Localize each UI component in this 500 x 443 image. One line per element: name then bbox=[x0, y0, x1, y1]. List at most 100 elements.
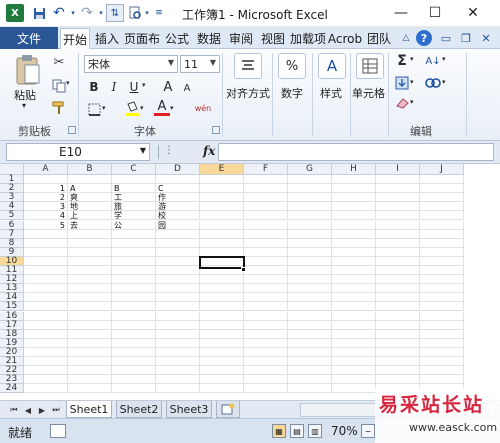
border-dropdown-icon[interactable]: ▾ bbox=[102, 104, 106, 112]
cell-c5[interactable]: 学 bbox=[112, 211, 156, 221]
cell-h22[interactable] bbox=[332, 366, 376, 376]
cell-d5[interactable]: 校 bbox=[156, 211, 200, 221]
normal-view-icon[interactable]: ▦ bbox=[272, 424, 286, 438]
cell-i17[interactable] bbox=[376, 320, 420, 330]
row-header-24[interactable]: 24 bbox=[0, 383, 24, 394]
cell-i23[interactable] bbox=[376, 375, 420, 385]
cell-f6[interactable] bbox=[244, 220, 288, 230]
cell-f7[interactable] bbox=[244, 229, 288, 239]
cell-j10[interactable] bbox=[420, 256, 464, 266]
clipboard-launcher-icon[interactable] bbox=[68, 126, 76, 134]
shrink-font-button[interactable]: A bbox=[180, 80, 194, 96]
cell-c2[interactable]: B bbox=[112, 184, 156, 194]
cell-a10[interactable] bbox=[24, 256, 68, 266]
cell-g24[interactable] bbox=[288, 384, 332, 394]
cell-j21[interactable] bbox=[420, 357, 464, 367]
cell-a17[interactable] bbox=[24, 320, 68, 330]
cell-e6[interactable] bbox=[200, 220, 244, 230]
cell-j4[interactable] bbox=[420, 202, 464, 212]
sheet-tab-2[interactable]: Sheet2 bbox=[116, 401, 162, 418]
cell-i16[interactable] bbox=[376, 311, 420, 321]
cell-c10[interactable] bbox=[112, 256, 156, 266]
cell-b17[interactable] bbox=[68, 320, 112, 330]
customize-icon[interactable]: ≡ bbox=[150, 4, 168, 22]
cell-j6[interactable] bbox=[420, 220, 464, 230]
cell-f22[interactable] bbox=[244, 366, 288, 376]
fill-color-icon[interactable] bbox=[124, 100, 140, 118]
cell-i5[interactable] bbox=[376, 211, 420, 221]
clear-icon[interactable] bbox=[394, 95, 410, 111]
cell-c17[interactable] bbox=[112, 320, 156, 330]
cell-d11[interactable] bbox=[156, 266, 200, 276]
cell-i19[interactable] bbox=[376, 338, 420, 348]
cell-b8[interactable] bbox=[68, 238, 112, 248]
last-sheet-icon[interactable]: ⏭ bbox=[50, 403, 62, 417]
cell-e7[interactable] bbox=[200, 229, 244, 239]
cell-h7[interactable] bbox=[332, 229, 376, 239]
cell-j9[interactable] bbox=[420, 247, 464, 257]
worksheet-grid[interactable]: ABCDEFGHIJ121ABC32爽工作43地旅游54上学校65去公园7891… bbox=[0, 164, 500, 400]
tab-file[interactable]: 文件 bbox=[0, 27, 58, 49]
cell-g8[interactable] bbox=[288, 238, 332, 248]
column-header-e[interactable]: E bbox=[200, 164, 244, 175]
cell-d22[interactable] bbox=[156, 366, 200, 376]
cell-a19[interactable] bbox=[24, 338, 68, 348]
cell-j3[interactable] bbox=[420, 193, 464, 203]
cell-c3[interactable]: 工 bbox=[112, 193, 156, 203]
cell-i12[interactable] bbox=[376, 275, 420, 285]
alignment-group-label[interactable]: 对齐方式 bbox=[226, 85, 270, 101]
cell-i10[interactable] bbox=[376, 256, 420, 266]
cell-e14[interactable] bbox=[200, 293, 244, 303]
cell-h24[interactable] bbox=[332, 384, 376, 394]
cell-i9[interactable] bbox=[376, 247, 420, 257]
cell-h6[interactable] bbox=[332, 220, 376, 230]
cell-e21[interactable] bbox=[200, 357, 244, 367]
cell-c9[interactable] bbox=[112, 247, 156, 257]
cell-h13[interactable] bbox=[332, 284, 376, 294]
cell-j15[interactable] bbox=[420, 302, 464, 312]
cell-e8[interactable] bbox=[200, 238, 244, 248]
cell-b18[interactable] bbox=[68, 329, 112, 339]
cell-d16[interactable] bbox=[156, 311, 200, 321]
paste-dropdown-icon[interactable]: ▾ bbox=[22, 101, 26, 110]
window-close-icon[interactable]: ✕ bbox=[478, 30, 494, 46]
cell-a8[interactable] bbox=[24, 238, 68, 248]
cell-e13[interactable] bbox=[200, 284, 244, 294]
column-header-a[interactable]: A bbox=[24, 164, 68, 175]
column-header-g[interactable]: G bbox=[288, 164, 332, 175]
cell-a9[interactable] bbox=[24, 247, 68, 257]
help-icon[interactable]: ? bbox=[416, 30, 432, 46]
cell-d6[interactable]: 园 bbox=[156, 220, 200, 230]
cell-e24[interactable] bbox=[200, 384, 244, 394]
cell-g15[interactable] bbox=[288, 302, 332, 312]
cell-g9[interactable] bbox=[288, 247, 332, 257]
cell-a14[interactable] bbox=[24, 293, 68, 303]
cell-c18[interactable] bbox=[112, 329, 156, 339]
column-header-b[interactable]: B bbox=[68, 164, 112, 175]
insert-sheet-icon[interactable] bbox=[216, 401, 240, 418]
cell-g5[interactable] bbox=[288, 211, 332, 221]
cell-c8[interactable] bbox=[112, 238, 156, 248]
cell-b13[interactable] bbox=[68, 284, 112, 294]
cell-b16[interactable] bbox=[68, 311, 112, 321]
cell-a2[interactable]: 1 bbox=[24, 184, 68, 194]
cell-j17[interactable] bbox=[420, 320, 464, 330]
cell-b14[interactable] bbox=[68, 293, 112, 303]
underline-dropdown-icon[interactable]: ▾ bbox=[142, 81, 146, 89]
cell-f2[interactable] bbox=[244, 184, 288, 194]
cell-j22[interactable] bbox=[420, 366, 464, 376]
cell-d20[interactable] bbox=[156, 347, 200, 357]
align-icon[interactable] bbox=[234, 53, 262, 79]
cell-a20[interactable] bbox=[24, 347, 68, 357]
cell-h16[interactable] bbox=[332, 311, 376, 321]
sheet-tab-1[interactable]: Sheet1 bbox=[66, 401, 112, 418]
cell-h5[interactable] bbox=[332, 211, 376, 221]
cell-f10[interactable] bbox=[244, 256, 288, 266]
cell-a13[interactable] bbox=[24, 284, 68, 294]
cell-h8[interactable] bbox=[332, 238, 376, 248]
first-sheet-icon[interactable]: ⏮ bbox=[8, 403, 20, 417]
cell-f4[interactable] bbox=[244, 202, 288, 212]
cell-d23[interactable] bbox=[156, 375, 200, 385]
tab-acrobat[interactable]: Acrob bbox=[328, 28, 362, 49]
macro-record-icon[interactable] bbox=[50, 424, 66, 438]
